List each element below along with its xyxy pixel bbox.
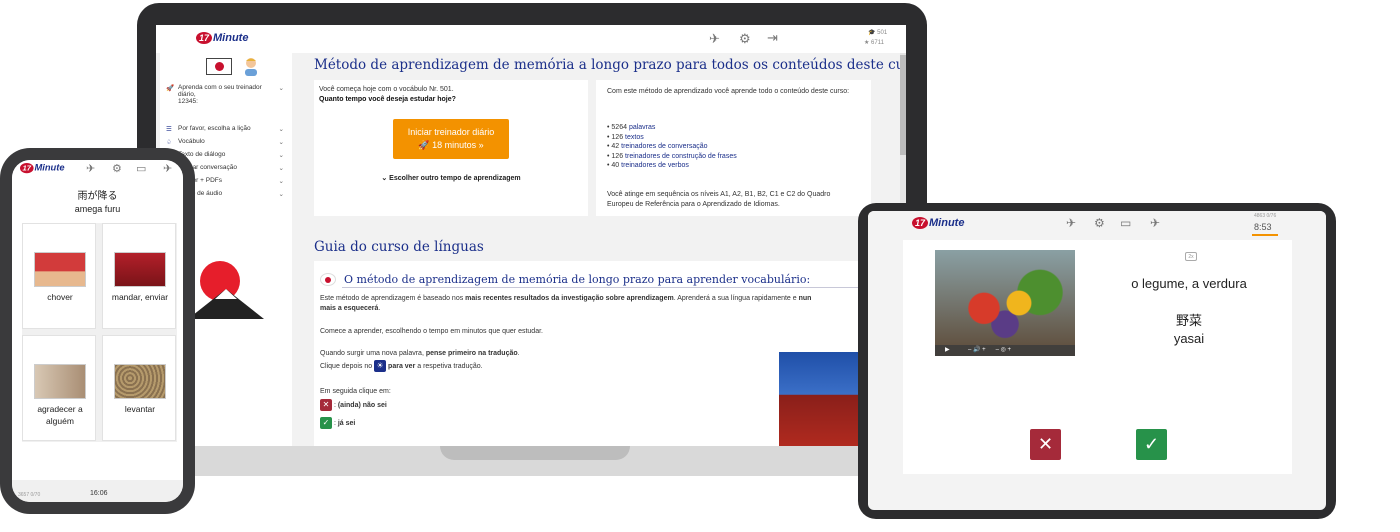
study-question: Quanto tempo você deseja estudar hoje? (319, 95, 456, 103)
start-daily-trainer-button[interactable]: Iniciar treinador diário 🚀 18 minutos » (393, 119, 509, 159)
list-item: • 126 textos (607, 133, 644, 141)
gear-icon[interactable]: ⚙ (739, 31, 751, 47)
sidebar-item-vocab[interactable]: ♤ Vocábulo ⌄ (166, 138, 284, 146)
start-vocab-text: Você começa hoje com o vocábulo Nr. 501. (319, 86, 454, 93)
guide-paragraph-4: Clique depois no ☀ para ver a respetiva … (320, 360, 483, 372)
daily-trainer-card: Você começa hoje com o vocábulo Nr. 501.… (314, 80, 588, 216)
phone-timer: 16:06 (90, 490, 108, 497)
dont-know-button[interactable]: ✕ (1030, 429, 1061, 460)
vocab-japanese: 雨が降る (77, 191, 118, 202)
scrollbar-thumb[interactable] (900, 55, 906, 155)
content-list: • 5264 palavras • 126 textos • 42 treina… (607, 123, 737, 171)
sidebar-item-lesson[interactable]: ☰ Por favor, escolha a lição ⌄ (166, 125, 284, 133)
course-content-card: Com este método de aprendizado você apre… (596, 80, 871, 216)
phone-stats: 3657 0/70 (18, 492, 41, 498)
guide-paragraph-5: Em seguida clique em: (320, 388, 391, 395)
japan-flag[interactable] (206, 58, 232, 75)
chevron-down-icon: ⌄ (278, 126, 284, 133)
vocab-japanese: 野菜 (1175, 313, 1202, 328)
sidebar-item-trainer[interactable]: 🚀 Aprenda com o seu treinador diário, 123… (166, 84, 284, 105)
check-icon: ✓ (320, 417, 332, 429)
no-trainer-icon[interactable]: ✈ (709, 31, 720, 47)
tablet-stats: 4863 0/76 (1254, 213, 1277, 219)
answer-tile[interactable]: agradecer a alguém (22, 335, 96, 441)
vocab-romaji: amega furu (74, 204, 121, 214)
keyboard-icon[interactable]: ▭ (136, 162, 146, 175)
guide-paragraph-1: Este método de aprendizagem é baseado no… (320, 295, 812, 312)
answer-tile[interactable]: chover (22, 223, 96, 329)
vocab-romaji: yasai (1173, 331, 1205, 346)
guide-subtitle: O método de aprendizagem de memória de l… (344, 273, 811, 286)
chevron-down-icon: ⌄ (278, 139, 284, 146)
check-icon: ✓ (1143, 434, 1160, 454)
people-image (34, 364, 86, 399)
rocket-icon: 🚀 (166, 85, 175, 92)
chevron-down-icon: ⌄ (278, 191, 284, 198)
brand-logo[interactable]: 17 Minute (196, 32, 248, 44)
stars-count: ★ 6711 (864, 40, 884, 46)
answer-grid: chover mandar, enviar agradecer a alguém… (22, 223, 177, 442)
tablet-timer: 8:53 (1254, 222, 1272, 232)
divider (342, 287, 867, 288)
vegetables-photo (935, 250, 1075, 356)
gear-icon[interactable]: ⚙ (1094, 216, 1105, 230)
top-bar: 17 Minute ✈ ⚙ ⇥ 🎓 501 ★ 6711 (156, 25, 906, 53)
tablet-top-bar: 17 Minute ✈ ⚙ ▭ ✈ 4863 0/76 8:53 (868, 211, 1326, 237)
brand-logo[interactable]: 17 Minute (20, 163, 65, 174)
cefr-levels: Você atinge em sequência os níveis A1, A… (607, 191, 831, 208)
phone-top-bar: 17 Minute ✈ ⚙ ▭ ✈ (12, 160, 183, 180)
mailbox-image (114, 252, 166, 287)
media-controls[interactable]: ▶ – 🔊 + – ◎ + (935, 345, 1075, 356)
list-item: • 40 treinadores de verbos (607, 162, 689, 169)
close-icon: ✕ (1037, 434, 1054, 454)
answer-tile[interactable]: mandar, enviar (102, 223, 176, 329)
course-intro: Com este método de aprendizado você apre… (607, 88, 850, 95)
grain-image (114, 364, 166, 399)
japan-flag-icon (320, 273, 336, 286)
tablet-screen: 17 Minute ✈ ⚙ ▭ ✈ 4863 0/76 8:53 ▶ – 🔊 +… (868, 211, 1326, 510)
brand-logo[interactable]: 17 Minute (912, 217, 964, 229)
mount-fuji-snow (215, 289, 237, 299)
no-trainer-icon[interactable]: ✈ (86, 162, 95, 175)
no-trainer-icon[interactable]: ✈ (1066, 216, 1076, 230)
list-item: • 42 treinadores de conversação (607, 143, 708, 150)
chevron-down-icon: ⌄ (278, 152, 284, 159)
translation-text: o legume, a verdura (1131, 276, 1247, 291)
speaker-icon[interactable]: 2x (1185, 252, 1197, 261)
close-icon: ✕ (320, 399, 332, 411)
laptop-screen: 17 Minute ✈ ⚙ ⇥ 🎓 501 ★ 6711 🚀 Aprenda c… (156, 25, 906, 446)
lightbulb-icon: ☀ (374, 360, 387, 372)
gear-icon[interactable]: ⚙ (112, 162, 122, 175)
chevron-down-icon: ⌄ (278, 165, 284, 172)
guide-title: Guia do curso de línguas (314, 239, 484, 255)
know-row: ✓ : já sei (320, 417, 355, 429)
list-item: • 126 treinadores de construção de frase… (607, 152, 737, 160)
answer-tile[interactable]: levantar (102, 335, 176, 441)
temple-photo (779, 352, 859, 446)
know-button[interactable]: ✓ (1136, 429, 1167, 460)
rocket-icon: 🚀 (418, 140, 430, 150)
dont-know-row: ✕ : (ainda) não sei (320, 399, 387, 411)
keyboard-icon[interactable]: ▭ (1120, 216, 1131, 230)
mode-icon[interactable]: ✈ (1150, 216, 1160, 230)
flashcard: ▶ – 🔊 + – ◎ + 2x o legume, a verdura 野菜 … (903, 240, 1292, 474)
page-title: Método de aprendizagem de memória a long… (314, 57, 906, 73)
list-item: • 5264 palavras (607, 124, 656, 131)
guide-paragraph-2: Comece a aprender, escolhendo o tempo em… (320, 328, 543, 335)
avatar[interactable] (242, 56, 260, 76)
mode-icon[interactable]: ✈ (163, 162, 172, 175)
logout-icon[interactable]: ⇥ (767, 30, 778, 46)
chevron-down-icon: ⌄ (278, 85, 284, 92)
umbrella-image (34, 252, 86, 287)
choose-other-time-link[interactable]: ⌄ Escolher outro tempo de aprendizagem (314, 174, 588, 182)
timer-progress (1252, 234, 1278, 236)
list-icon: ☰ (166, 126, 172, 133)
words-count: 🎓 501 (868, 30, 888, 36)
guide-paragraph-3: Quando surgir uma nova palavra, pense pr… (320, 350, 520, 357)
vocab-icon: ♤ (166, 139, 172, 146)
chevron-down-icon: ⌄ (278, 178, 284, 185)
phone-screen: 17 Minute ✈ ⚙ ▭ ✈ 雨が降る amega furu chover… (12, 160, 183, 502)
laptop-notch (440, 446, 630, 460)
